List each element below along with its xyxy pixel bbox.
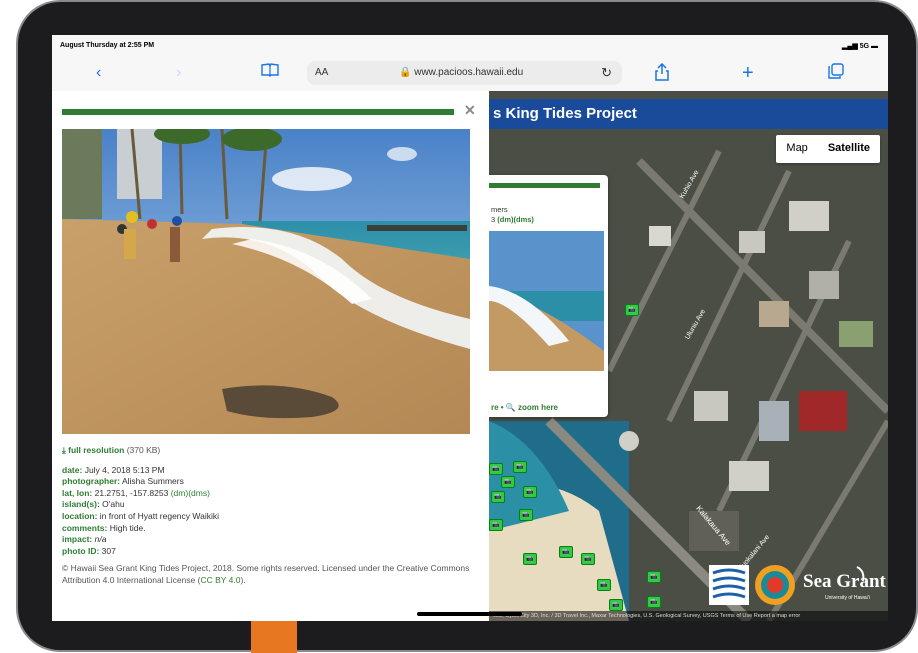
photo-marker[interactable]: 📷 [647, 596, 661, 608]
photo-marker[interactable]: 📷 [519, 509, 533, 521]
photoid-row: photo ID: 307 [62, 546, 472, 558]
photo-marker[interactable]: 📷 [559, 546, 573, 558]
location-row: location: in front of Hyatt regency Waik… [62, 511, 472, 523]
signal-icon: ▂▄▆ [842, 43, 860, 50]
download-icon: ⤓ [62, 445, 66, 455]
popup-zoom-link[interactable]: re • 🔍 zoom here [491, 403, 558, 412]
date-value: July 4, 2018 5:13 PM [84, 464, 165, 475]
dm-link[interactable]: (dm) [171, 488, 188, 498]
photo-marker[interactable]: 📷 [647, 571, 661, 583]
download-label: full resolution [68, 445, 125, 455]
download-line: ⤓ full resolution (370 KB) [62, 445, 472, 457]
map-button[interactable]: Map [776, 135, 817, 163]
impact-row: impact: n/a [62, 534, 472, 546]
copyright-text: © Hawaii Sea Grant King Tides Project, 2… [62, 563, 470, 585]
location-label: location: [62, 510, 98, 521]
status-time: August Thursday at 2:55 PM [60, 42, 155, 49]
close-icon[interactable]: ✕ [464, 102, 476, 119]
photo-marker[interactable]: 📷 [597, 579, 611, 591]
photographer-label: photographer: [62, 476, 121, 487]
address-bar[interactable]: AA 🔒 www.pacioos.hawaii.edu ↻ [307, 61, 622, 85]
comments-label: comments: [62, 522, 108, 533]
photographer-row: photographer: Alisha Summers [62, 476, 472, 488]
map-title: s King Tides Project [493, 105, 637, 122]
photographer-value: Alisha Summers [121, 476, 184, 487]
url-label: www.pacioos.hawaii.edu [414, 67, 524, 78]
lock-icon: 🔒 [399, 67, 412, 78]
book-icon[interactable] [261, 63, 279, 83]
chevron-right-icon[interactable]: › [176, 63, 181, 83]
cc-license-link[interactable]: CC BY 4.0 [200, 575, 240, 585]
king-tide-photo[interactable] [62, 129, 470, 434]
satellite-button[interactable]: Satellite [818, 135, 880, 163]
sea-grant-logo-subtext: University of Hawai'i [825, 595, 870, 601]
status-signal: ▂▄▆ 5G ▬ [842, 42, 878, 50]
photo-marker[interactable]: 📷 [513, 461, 527, 473]
photo-marker[interactable]: 📷 [523, 486, 537, 498]
comments-value: High tide. [109, 522, 146, 533]
photo-detail-panel: ✕ ⤓ full resolution (370 KB) date: July … [52, 91, 489, 621]
popup-dm-link[interactable]: (dm) [497, 215, 513, 224]
dms-link[interactable]: (dms) [188, 488, 210, 498]
network-label: 5G [859, 43, 870, 50]
photoid-label: photo ID: [62, 545, 100, 556]
date-label: date: [62, 464, 83, 475]
latlon-value: 21.2751, -157.8253 [94, 487, 169, 498]
copyright-notice: © Hawaii Sea Grant King Tides Project, 2… [62, 563, 472, 586]
satellite-map[interactable]: s King Tides Project Map Satellite Kalak… [489, 91, 888, 621]
photo-metadata: ⤓ full resolution (370 KB) date: July 4,… [62, 445, 472, 587]
photo-marker[interactable]: 📷 [491, 491, 505, 503]
photo-marker[interactable]: 📷 [581, 553, 595, 565]
map-popup: mers 3 (dm)(dms) re • 🔍 zoom here [489, 175, 608, 417]
url-text[interactable]: 🔒 www.pacioos.hawaii.edu [399, 67, 523, 78]
date-row: date: July 4, 2018 5:13 PM [62, 465, 472, 477]
photo-marker[interactable]: 📷 [625, 304, 639, 316]
map-type-toggle: Map Satellite [776, 135, 880, 163]
download-size: (370 KB) [126, 445, 161, 455]
island-label: island(s): [62, 499, 100, 510]
popup-dms-link[interactable]: (dms) [514, 215, 534, 224]
photoid-value: 307 [101, 545, 116, 556]
latlon-row: lat, lon: 21.2751, -157.8253 (dm)(dms) [62, 488, 472, 500]
full-resolution-link[interactable]: ⤓ full resolution [62, 445, 124, 455]
impact-value: n/a [94, 534, 107, 545]
map-attribution: 022, CyberCity 3D, Inc. / 3D Travel Inc.… [489, 611, 888, 621]
photo-marker[interactable]: 📷 [489, 463, 503, 475]
orange-background-block [251, 621, 297, 653]
chevron-left-icon[interactable]: ‹ [96, 63, 101, 83]
photo-marker[interactable]: 📷 [523, 553, 537, 565]
status-bar: August Thursday at 2:55 PM ▂▄▆ 5G ▬ [52, 35, 888, 55]
popup-photo-thumbnail[interactable] [489, 231, 604, 371]
partner-logos: Sea Grant University of Hawai'i [707, 561, 887, 613]
browser-toolbar: ‹ › AA 🔒 www.pacioos.hawaii.edu ↻ + [52, 55, 888, 91]
impact-label: impact: [62, 534, 93, 545]
copyright-end: ). [240, 574, 246, 585]
popup-text: mers 3 (dm)(dms) [491, 205, 534, 225]
panel-header-bar [62, 109, 454, 115]
photo-marker[interactable]: 📷 [489, 519, 503, 531]
share-icon[interactable] [655, 62, 669, 87]
plus-icon[interactable]: + [742, 63, 754, 83]
location-value: in front of Hyatt regency Waikiki [99, 510, 219, 521]
tabs-icon[interactable] [828, 63, 844, 85]
photo-marker[interactable]: 📷 [501, 476, 515, 488]
map-title-bar: s King Tides Project [489, 99, 888, 129]
island-value: O'ahu [102, 499, 125, 510]
popup-line1: mers [491, 205, 508, 214]
comments-row: comments: High tide. [62, 523, 472, 535]
sea-grant-logo-text: Sea Grant [803, 571, 886, 592]
popup-header-bar [489, 183, 600, 188]
photo-marker[interactable]: 📷 [609, 599, 623, 611]
island-row: island(s): O'ahu [62, 499, 472, 511]
reader-aa-button[interactable]: AA [315, 67, 328, 78]
reload-icon[interactable]: ↻ [601, 65, 612, 81]
latlon-label: lat, lon: [62, 487, 93, 498]
screen: August Thursday at 2:55 PM ▂▄▆ 5G ▬ ‹ › … [52, 35, 888, 621]
battery-icon: ▬ [871, 43, 878, 50]
home-indicator[interactable] [417, 612, 522, 616]
